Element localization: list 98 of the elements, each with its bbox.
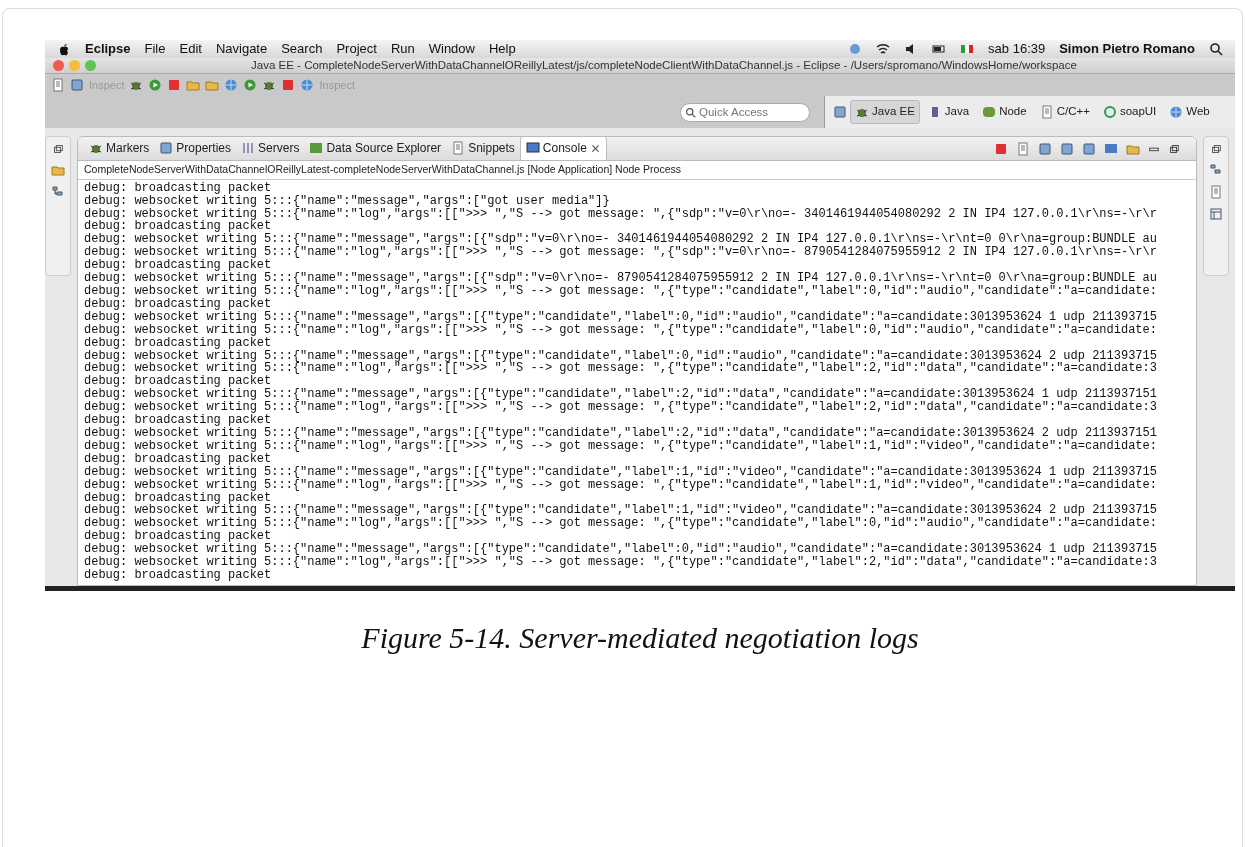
log-line: debug: websocket writing 5:::{"name":"message","args":[{"type":"candidate","label":2,"id":"data","candidate":"a=candidate:3013953624 2 udp 2113937151 [84,426,1158,440]
globe-icon [1169,105,1184,119]
run-icon[interactable] [148,78,163,92]
view-tab[interactable]: Console [519,137,607,160]
layout-icon[interactable] [1209,207,1223,221]
stop-icon[interactable] [994,142,1008,156]
bars-icon [241,141,256,155]
new-file-icon[interactable] [51,78,65,92]
stop-icon[interactable] [281,78,296,92]
menu-item[interactable]: Edit [179,39,202,59]
log-line: debug: broadcasting packet [84,414,272,427]
menu-clock[interactable]: sab 16:39 [988,39,1046,59]
view-tab[interactable]: Markers [84,137,155,160]
log-line: debug: broadcasting packet [84,259,272,273]
log-line: debug: broadcasting packet [84,220,272,234]
log-line: debug: websocket writing 5:::{"name":"log","args":[[">>> ","S --> got message: ",{"type":"candidate","label":1,"id":"video","candidate":"a=candidate: [84,478,1158,492]
menu-item[interactable]: File [144,39,166,59]
log-line: debug: websocket writing 5:::{"name":"message","args":[{"sdp":"v=0\r\no=- 3401461944054080292 2 IN IP4 127.0.0.1\r\ns=-\r\nt=0 0\r\na=group:BUNDLE au [84,233,1158,247]
menu-item[interactable]: Help [489,39,516,59]
log-line: debug: websocket writing 5:::{"name":"message","args":[{"sdp":"v=0\r\no=- 8790541284075955912 2 IN IP4 127.0.0.1\r\ns=-\r\nt=0 0\r\na=group:BUNDLE au [84,272,1158,285]
user-name[interactable]: Simon Pietro Romano [1059,39,1195,59]
perspective-button[interactable]: Node [977,100,1032,124]
view-tab[interactable]: Properties [154,137,237,160]
window-icon[interactable] [1038,142,1052,156]
apple-icon [57,42,71,56]
stop-icon[interactable] [167,78,182,92]
log-line: debug: websocket writing 5:::{"name":"log","args":[[">>> ","S --> got message: ",{"type":"candidate","label":2,"id":"data","candidate":"a=candidate:3 [84,401,1158,415]
view-tab[interactable]: Snippets [446,137,520,160]
log-line: debug: websocket writing 5:::{"name":"log","args":[[">>> ","S --> got message: ",{"type":"candidate","label":2,"id":"data","candidate":"a=candidate:3 [84,556,1158,569]
app-menu[interactable]: Eclipse [85,39,131,59]
perspective-button[interactable]: Java EE [850,100,920,124]
perspective-button[interactable]: Web [1164,100,1215,124]
open-perspective-icon[interactable] [833,105,847,119]
view-tab[interactable]: Data Source Explorer [304,137,447,160]
perspective-button[interactable]: C/C++ [1034,100,1095,124]
globe-icon[interactable] [224,78,239,92]
log-line: debug: websocket writing 5:::{"name":"message","args":[{"type":"candidate","label":1,"id":"video","candidate":"a=candidate:3013953624 1 udp 211393715 [84,465,1158,479]
search-icon [685,106,696,118]
log-line: debug: websocket writing 5:::{"name":"message","args":[{"type":"candidate","label":0,"id":"audio","candidate":"a=candidate:3013953624 2 udp 211393715 [84,349,1158,363]
log-line: debug: broadcasting packet [84,336,272,350]
window-icon[interactable] [1060,142,1074,156]
log-line: debug: websocket writing 5:::{"name":"log","args":[[">>> ","S --> got message: ",{"type":"candidate","label":0,"id":"audio","candidate":"a=candidate: [84,517,1158,531]
log-line: debug: websocket writing 5:::{"name":"log","args":[[">>> ","S --> got message: ",{"type":"candidate","label":1,"id":"video","candidate":"a=candidate: [84,439,1158,453]
document-icon[interactable] [1016,142,1030,156]
tree-icon[interactable] [51,185,65,199]
folder-icon[interactable] [1126,142,1140,156]
search-icon[interactable] [1209,42,1223,56]
monitor-icon[interactable] [1104,142,1118,156]
restore-icon[interactable] [52,143,64,155]
restore-icon[interactable] [1210,143,1222,155]
log-line: debug: websocket writing 5:::{"name":"log","args":[[">>> ","S --> got message: ",{"type":"candidate","label":2,"id":"data","candidate":"a=candidate:3 [84,362,1158,376]
log-line: debug: broadcasting packet [84,452,272,466]
document-icon [1039,105,1054,119]
folder-icon[interactable] [51,163,65,177]
ring-icon [1102,105,1117,119]
log-line: debug: websocket writing 5:::{"name":"log","args":[[">>> ","S --> got message: ",{"sdp":"v=0\r\no=- 8790541284075955912 2 IN IP4 127.0.0.1\r\ns=-\r\r [84,246,1158,260]
quick-access-field[interactable]: Quick Access [680,102,810,122]
battery-icon[interactable] [932,42,947,56]
close-icon[interactable] [589,142,601,154]
document-icon [451,141,466,155]
menu-item[interactable]: Project [336,39,377,59]
window-title: Java EE - CompleteNodeServerWithDataChannelOReillyLatest/js/completeNodeClientWithDataChannel.js - Eclipse - /Users/spromano/WindowsHome/workspace [250,57,1078,73]
folder-icon[interactable] [186,78,201,92]
log-line: debug: broadcasting packet [84,568,272,582]
log-line: debug: broadcasting packet [84,297,272,311]
log-line: debug: websocket writing 5:::{"name":"message","args":[{"type":"candidate","label":2,"id":"data","candidate":"a=candidate:3013953624 1 udp 2113937151 [84,388,1158,402]
monitor-icon [525,141,540,155]
window-icon [159,141,174,155]
document-icon[interactable] [1209,185,1223,199]
log-line: debug: websocket writing 5:::{"name":"log","args":[[">>> ","S --> got message: ",{"type":"candidate","label":0,"id":"audio","candidate":"a=candidate: [84,285,1158,298]
menu-item[interactable]: Search [281,39,323,59]
menu-item[interactable]: Window [428,39,475,59]
menu-item[interactable]: Run [390,39,415,59]
perspective-button[interactable]: Java [922,100,975,124]
globe-icon[interactable] [300,78,315,92]
folder-icon[interactable] [205,78,220,92]
log-line: debug: websocket writing 5:::{"name":"message","args":[{"type":"candidate","label":0,"id":"audio","candidate":"a=candidate:3013953624 1 udp 211393715 [84,543,1158,557]
log-line: debug: websocket writing 5:::{"name":"message","args":["got user media"]} [84,194,611,208]
process-label: CompleteNodeServerWithDataChannelOReillyLatest-completeNodeServerWithDataChannel.js [Node Application] Node Process [78,161,1196,180]
wifi-icon[interactable] [876,42,891,56]
log-line: debug: websocket writing 5:::{"name":"message","args":[{"type":"candidate","label":0,"id":"audio","candidate":"a=candidate:3013953624 1 udp 211393715 [84,310,1158,324]
log-line: debug: broadcasting packet [84,181,273,195]
log-line: debug: broadcasting packet [84,375,272,389]
log-line: debug: websocket writing 5:::{"name":"log","args":[[">>> ","S --> got message: ",{"type":"candidate","label":0,"id":"audio","candidate":"a=candidate: [84,323,1158,337]
log-line: debug: websocket writing 5:::{"name":"message","args":[{"type":"candidate","label":1,"id":"video","candidate":"a=candidate:3013953624 2 udp 211393715 [84,504,1158,518]
outline-icon[interactable] [1209,163,1223,177]
window-icon[interactable] [1082,142,1096,156]
figure-caption: Figure 5-14. Server-mediated negotiation logs [360,620,920,656]
flag-icon[interactable] [960,42,975,56]
perspective-button[interactable]: soapUI [1097,100,1162,124]
log-line: debug: broadcasting packet [84,530,272,544]
log-line: debug: broadcasting packet [84,491,272,505]
restore-icon[interactable] [1168,143,1180,155]
view-tab[interactable]: Servers [236,137,305,160]
close-button[interactable] [53,60,64,71]
log-line: debug: websocket writing 5:::{"name":"log","args":[[">>> ","S --> got message: ",{"sdp":"v=0\r\no=- 3401461944054080292 2 IN IP4 127.0.0.1\r\ns=-\r\r [84,207,1158,221]
menu-item[interactable]: Navigate [215,39,268,59]
run-icon[interactable] [243,78,258,92]
